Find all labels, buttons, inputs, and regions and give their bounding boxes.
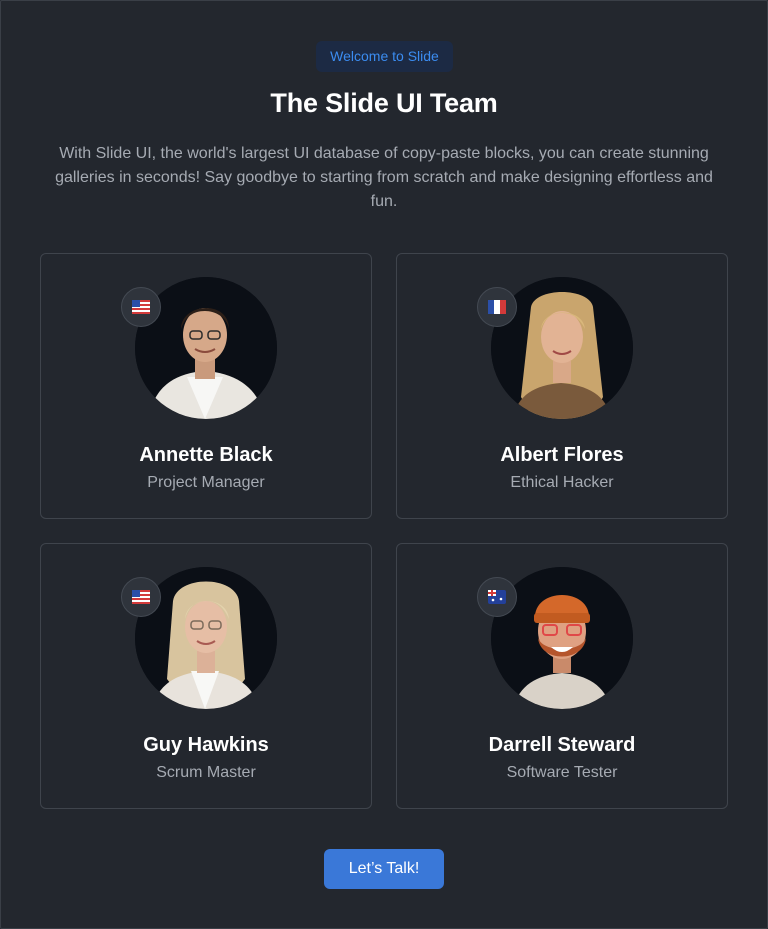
- team-card-albert-flores[interactable]: Albert Flores Ethical Hacker: [396, 253, 728, 519]
- page-title: The Slide UI Team: [270, 88, 498, 118]
- member-name: Darrell Steward: [488, 734, 636, 756]
- member-role: Ethical Hacker: [510, 474, 614, 491]
- member-role: Project Manager: [147, 474, 265, 491]
- member-role: Software Tester: [506, 764, 618, 781]
- france-flag-icon: [477, 287, 517, 327]
- member-name: Guy Hawkins: [143, 734, 269, 756]
- us-flag-icon: [121, 287, 161, 327]
- member-role: Scrum Master: [156, 764, 256, 781]
- team-card-annette-black[interactable]: Annette Black Project Manager: [40, 253, 372, 519]
- page-description: With Slide UI, the world's largest UI da…: [55, 145, 713, 210]
- us-flag-icon: [121, 577, 161, 617]
- team-card-guy-hawkins[interactable]: Guy Hawkins Scrum Master: [40, 543, 372, 809]
- team-card-darrell-steward[interactable]: Darrell Steward Software Tester: [396, 543, 728, 809]
- welcome-badge: Welcome to Slide: [316, 41, 453, 72]
- member-name: Albert Flores: [500, 444, 624, 466]
- member-name: Annette Black: [139, 444, 273, 466]
- australia-flag-icon: [477, 577, 517, 617]
- lets-talk-button[interactable]: Let’s Talk!: [324, 849, 444, 889]
